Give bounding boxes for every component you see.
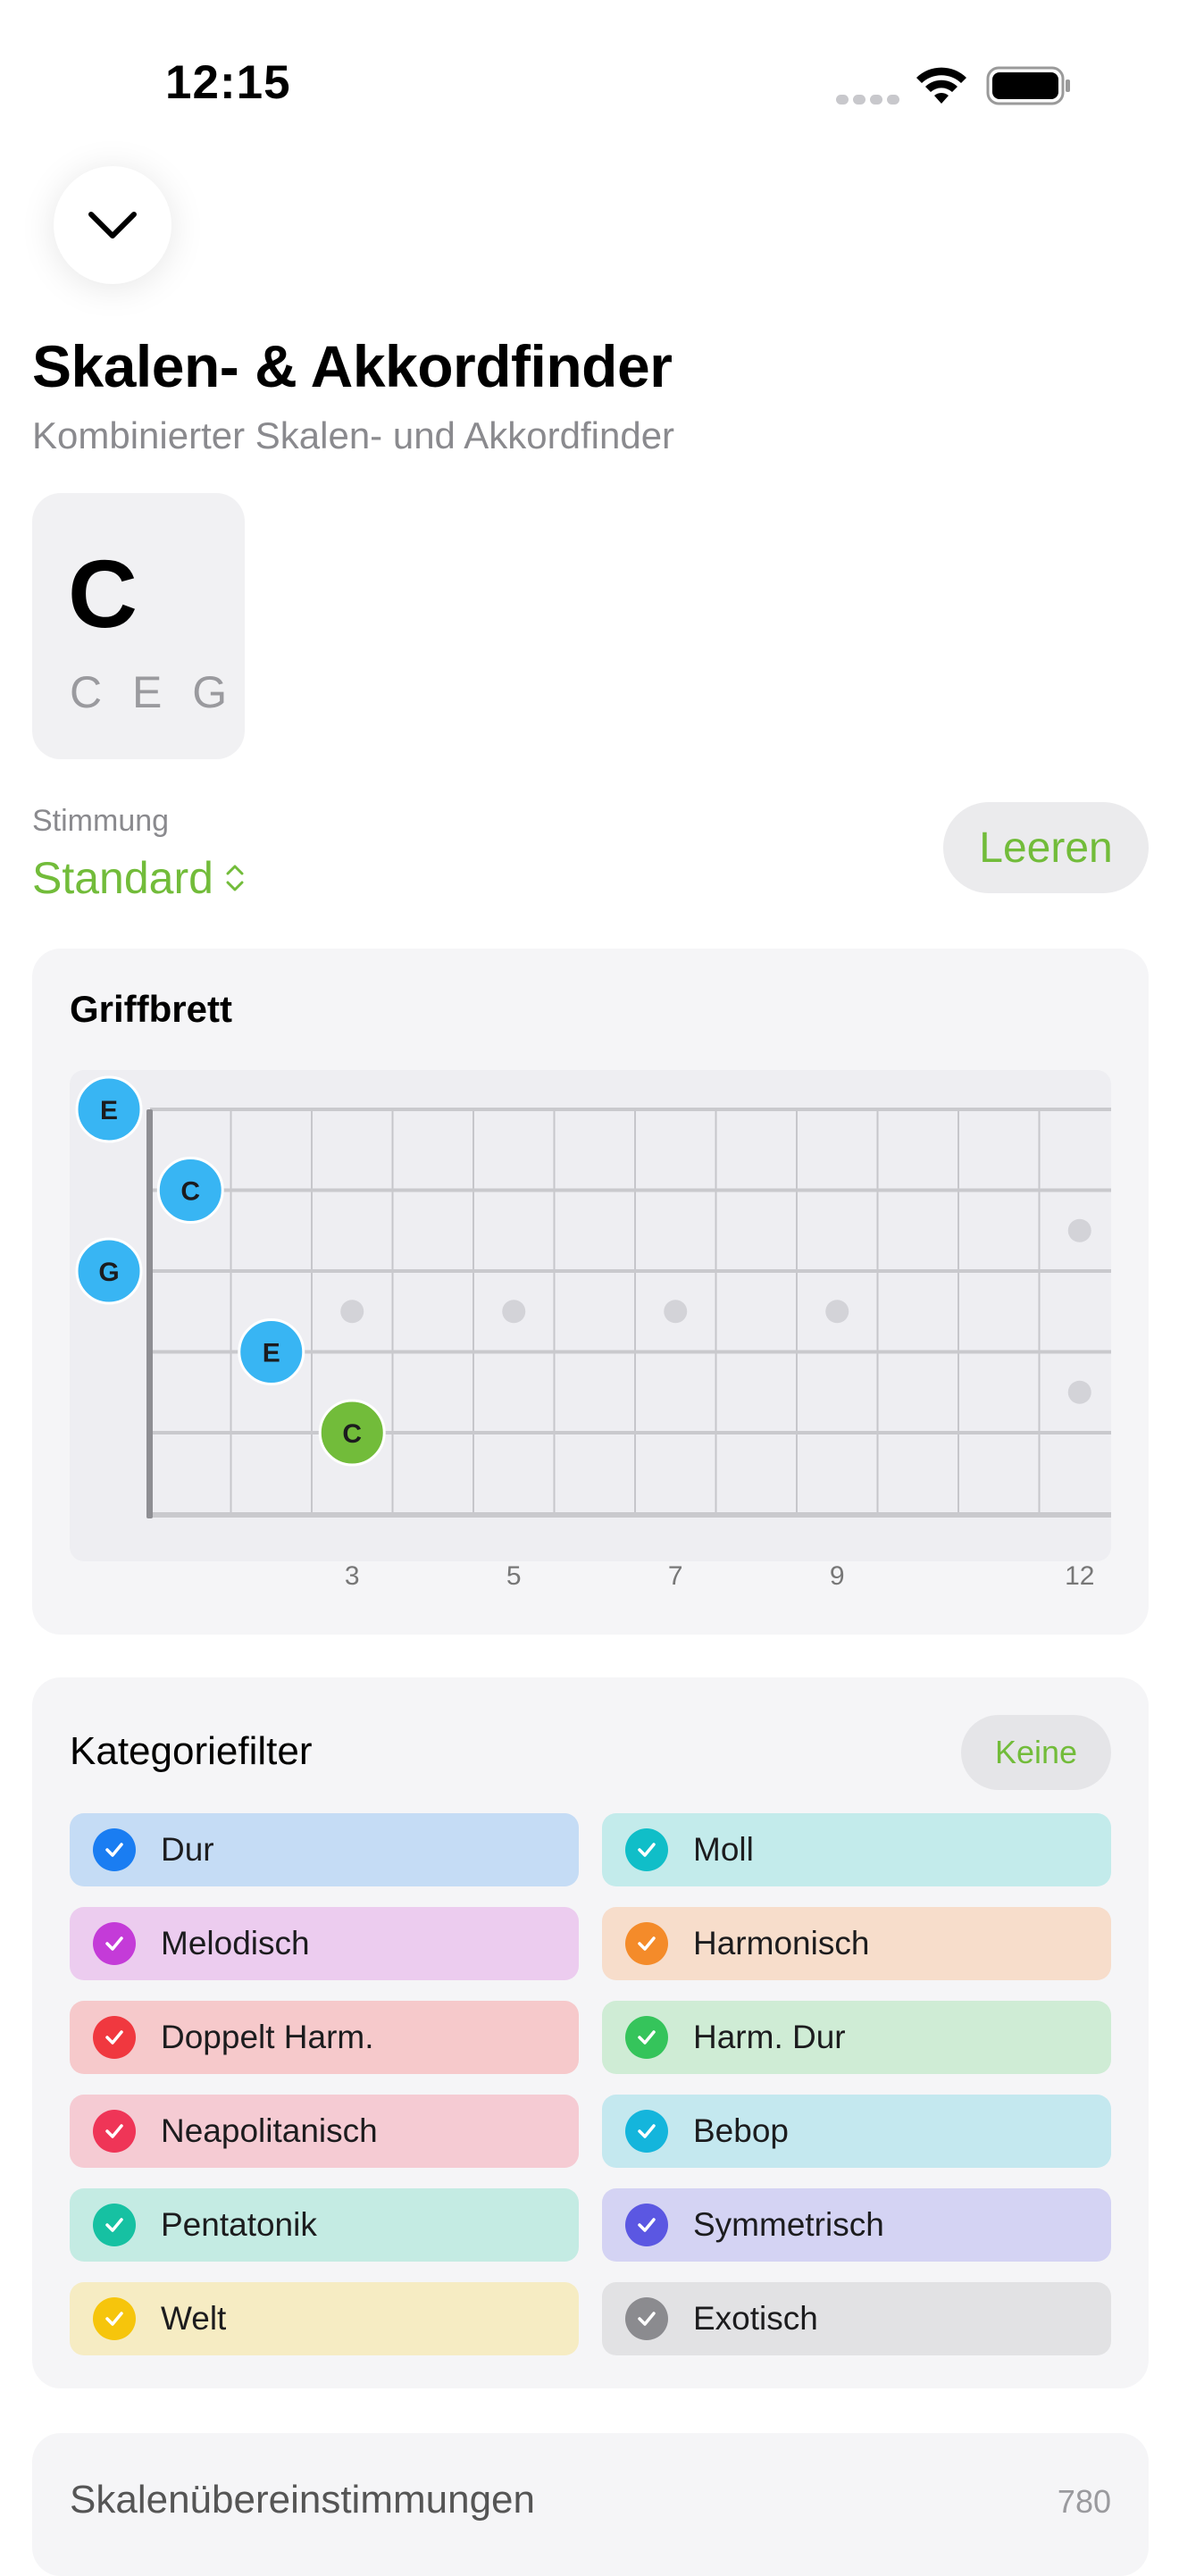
chevron-up-down-icon [226, 865, 244, 891]
select-none-button[interactable]: Keine [961, 1715, 1111, 1790]
chord-notes: C E G [70, 667, 237, 717]
chord-name: C [68, 539, 138, 648]
category-chip[interactable]: Melodisch [70, 1907, 579, 1980]
battery-icon [986, 66, 1070, 105]
checkmark-icon [625, 2204, 668, 2246]
fret-number-label: 5 [506, 1561, 522, 1591]
category-chip[interactable]: Neapolitanisch [70, 2095, 579, 2168]
fret-number-label: 3 [344, 1561, 360, 1591]
category-filter-card: Kategoriefilter Keine Dur Moll Melodisch Ha… [32, 1677, 1149, 2388]
category-label: Bebop [693, 2112, 789, 2149]
page-subtitle: Kombinierter Skalen- und Akkordfinder [32, 414, 675, 456]
fret-marker [664, 1300, 688, 1324]
category-chip[interactable]: Harm. Dur [602, 2001, 1111, 2074]
nut [146, 1109, 153, 1518]
scale-matches-card[interactable]: Skalenübereinstimmungen 780 [32, 2433, 1149, 2576]
checkmark-icon [625, 2297, 668, 2340]
note-label: C [342, 1419, 362, 1449]
category-label: Dur [161, 1831, 214, 1868]
fret-marker [825, 1300, 849, 1324]
checkmark-icon [93, 2110, 136, 2153]
fret-marker [1067, 1218, 1091, 1242]
category-label: Symmetrisch [693, 2206, 884, 2243]
fret-number-label: 12 [1065, 1561, 1095, 1591]
category-filter-title: Kategoriefilter [70, 1729, 313, 1773]
category-chip[interactable]: Symmetrisch [602, 2188, 1111, 2262]
category-label: Exotisch [693, 2300, 818, 2337]
note-label: G [98, 1258, 119, 1287]
fret-marker [502, 1300, 526, 1324]
category-label: Doppelt Harm. [161, 2019, 374, 2055]
category-chip[interactable]: Pentatonik [70, 2188, 579, 2262]
wifi-icon [916, 67, 966, 104]
page-title: Skalen- & Akkordfinder [32, 333, 673, 399]
fretboard-card: Griffbrett E C G E C [32, 949, 1149, 1635]
checkmark-icon [93, 1828, 136, 1871]
tuning-picker[interactable]: Standard [32, 852, 246, 904]
chevron-down-icon [88, 212, 137, 238]
note-label: C [180, 1177, 200, 1207]
fretboard-title: Griffbrett [70, 988, 232, 1030]
scale-matches-title: Skalenübereinstimmungen [70, 2478, 535, 2522]
category-chip[interactable]: Doppelt Harm. [70, 2001, 579, 2074]
chord-card[interactable]: C C E G [32, 493, 245, 759]
tuning-label: Stimmung [32, 804, 170, 838]
checkmark-icon [625, 1922, 668, 1965]
fret-number-label: 9 [829, 1561, 845, 1591]
category-chip[interactable]: Bebop [602, 2095, 1111, 2168]
category-label: Melodisch [161, 1925, 310, 1961]
fret-marker [1067, 1380, 1091, 1404]
checkmark-icon [625, 2110, 668, 2153]
category-chip[interactable]: Welt [70, 2282, 579, 2355]
fretboard-background [70, 1070, 1111, 1561]
tuning-value: Standard [32, 853, 213, 903]
category-label: Moll [693, 1831, 754, 1868]
checkmark-icon [93, 2297, 136, 2340]
category-label: Pentatonik [161, 2206, 317, 2243]
checkmark-icon [625, 1828, 668, 1871]
category-label: Harmonisch [693, 1925, 870, 1961]
category-chip[interactable]: Exotisch [602, 2282, 1111, 2355]
checkmark-icon [93, 1922, 136, 1965]
category-label: Neapolitanisch [161, 2112, 378, 2149]
category-chip[interactable]: Harmonisch [602, 1907, 1111, 1980]
category-label: Harm. Dur [693, 2019, 846, 2055]
note-label: E [263, 1339, 280, 1368]
fret-marker [340, 1300, 364, 1324]
cellular-signal-icon [836, 93, 904, 109]
fret-number-label: 7 [667, 1561, 683, 1591]
category-chip[interactable]: Dur [70, 1813, 579, 1886]
checkmark-icon [93, 2016, 136, 2059]
clear-button[interactable]: Leeren [943, 802, 1149, 893]
category-chip[interactable]: Moll [602, 1813, 1111, 1886]
collapse-button[interactable] [54, 166, 171, 284]
scale-matches-count: 780 [1057, 2483, 1111, 2520]
category-label: Welt [161, 2300, 227, 2337]
note-label: E [100, 1096, 118, 1125]
checkmark-icon [625, 2016, 668, 2059]
fretboard[interactable]: E C G E C [70, 1070, 1111, 1561]
checkmark-icon [93, 2204, 136, 2246]
status-time: 12:15 [165, 56, 291, 109]
